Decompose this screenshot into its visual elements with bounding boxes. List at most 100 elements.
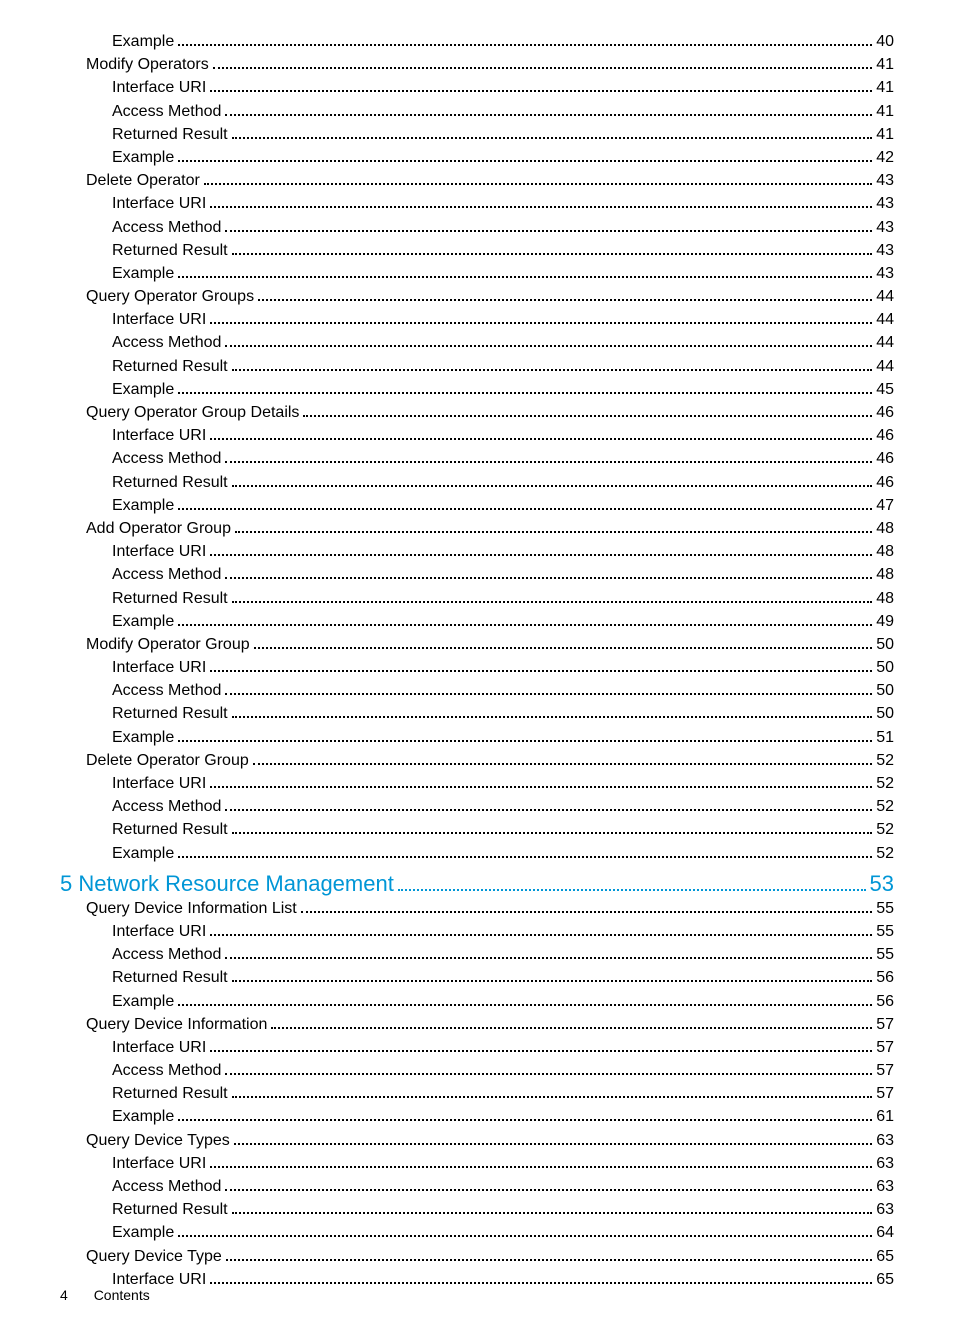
toc-leader-dots: [210, 428, 872, 440]
toc-entry[interactable]: Returned Result50: [60, 702, 894, 725]
toc-entry-label: Example: [112, 990, 176, 1013]
toc-entry[interactable]: Query Device Type65: [60, 1245, 894, 1268]
toc-entry[interactable]: Returned Result43: [60, 239, 894, 262]
toc-entry-page: 40: [874, 30, 894, 53]
toc-entry[interactable]: Returned Result46: [60, 471, 894, 494]
toc-leader-dots: [398, 874, 866, 891]
toc-entry[interactable]: Delete Operator43: [60, 169, 894, 192]
toc-entry-label: Query Device Information: [86, 1013, 269, 1036]
toc-entry[interactable]: Example52: [60, 842, 894, 865]
toc-entry[interactable]: Example61: [60, 1105, 894, 1128]
toc-entry[interactable]: Query Device Information List55: [60, 897, 894, 920]
table-of-contents: Example40Modify Operators41Interface URI…: [60, 30, 894, 1291]
toc-entry[interactable]: Add Operator Group48: [60, 517, 894, 540]
toc-entry-page: 48: [874, 563, 894, 586]
toc-entry[interactable]: Access Method52: [60, 795, 894, 818]
toc-entry-label: Interface URI: [112, 192, 208, 215]
toc-entry-label: Interface URI: [112, 920, 208, 943]
toc-entry-label: Access Method: [112, 216, 223, 239]
toc-entry[interactable]: Interface URI57: [60, 1036, 894, 1059]
toc-entry[interactable]: Interface URI44: [60, 308, 894, 331]
toc-entry[interactable]: Access Method 48: [60, 563, 894, 586]
toc-leader-dots: [178, 994, 872, 1006]
toc-entry[interactable]: Interface URI55: [60, 920, 894, 943]
toc-entry-page: 65: [874, 1268, 894, 1291]
toc-entry[interactable]: Query Device Information57: [60, 1013, 894, 1036]
toc-entry-page: 43: [874, 239, 894, 262]
toc-entry[interactable]: Example42: [60, 146, 894, 169]
toc-leader-dots: [226, 1249, 872, 1261]
toc-leader-dots: [178, 1109, 872, 1121]
toc-entry-page: 52: [874, 842, 894, 865]
toc-leader-dots: [210, 776, 872, 788]
toc-entry[interactable]: Interface URI50: [60, 656, 894, 679]
toc-entry-label: Interface URI: [112, 656, 208, 679]
toc-entry-label: Example: [112, 494, 176, 517]
toc-entry-label: Interface URI: [112, 308, 208, 331]
toc-entry-page: 55: [874, 897, 894, 920]
toc-entry[interactable]: Example56: [60, 990, 894, 1013]
toc-entry[interactable]: Access Method41: [60, 100, 894, 123]
toc-entry[interactable]: Example64: [60, 1221, 894, 1244]
toc-entry[interactable]: Access Method44: [60, 331, 894, 354]
toc-entry[interactable]: Access Method63: [60, 1175, 894, 1198]
toc-entry[interactable]: Modify Operators41: [60, 53, 894, 76]
toc-entry[interactable]: Interface URI52: [60, 772, 894, 795]
toc-entry[interactable]: Modify Operator Group50: [60, 633, 894, 656]
toc-entry[interactable]: Returned Result52: [60, 818, 894, 841]
toc-entry[interactable]: Interface URI43: [60, 192, 894, 215]
toc-entry-label: Delete Operator: [86, 169, 202, 192]
toc-leader-dots: [225, 683, 872, 695]
toc-entry[interactable]: Returned Result57: [60, 1082, 894, 1105]
toc-leader-dots: [301, 901, 872, 913]
toc-leader-dots: [232, 706, 873, 718]
toc-entry[interactable]: Interface URI46: [60, 424, 894, 447]
toc-leader-dots: [210, 1272, 872, 1284]
toc-entry[interactable]: 5 Network Resource Management53: [60, 871, 894, 897]
toc-leader-dots: [204, 173, 872, 185]
toc-entry[interactable]: Access Method55: [60, 943, 894, 966]
toc-entry-page: 46: [874, 471, 894, 494]
toc-entry-label: Access Method: [112, 563, 223, 586]
toc-leader-dots: [210, 1040, 872, 1052]
toc-entry[interactable]: Example43: [60, 262, 894, 285]
toc-leader-dots: [210, 312, 872, 324]
toc-entry-label: Access Method: [112, 795, 223, 818]
toc-entry[interactable]: Example51: [60, 726, 894, 749]
toc-entry[interactable]: Returned Result44: [60, 355, 894, 378]
toc-entry[interactable]: Returned Result41: [60, 123, 894, 146]
toc-entry-label: Access Method: [112, 1059, 223, 1082]
toc-entry-page: 52: [874, 749, 894, 772]
toc-entry[interactable]: Access Method43: [60, 216, 894, 239]
toc-entry[interactable]: Returned Result56: [60, 966, 894, 989]
toc-entry[interactable]: Interface URI65: [60, 1268, 894, 1291]
toc-entry[interactable]: Query Operator Groups44: [60, 285, 894, 308]
toc-entry[interactable]: Example45: [60, 378, 894, 401]
toc-entry-page: 43: [874, 262, 894, 285]
toc-leader-dots: [232, 970, 873, 982]
toc-leader-dots: [178, 614, 872, 626]
toc-entry[interactable]: Returned Result48: [60, 587, 894, 610]
toc-leader-dots: [213, 57, 872, 69]
toc-entry[interactable]: Query Device Types63: [60, 1129, 894, 1152]
toc-entry-page: 46: [874, 401, 894, 424]
toc-entry[interactable]: Example49: [60, 610, 894, 633]
toc-entry[interactable]: Delete Operator Group52: [60, 749, 894, 772]
toc-entry[interactable]: Access Method50: [60, 679, 894, 702]
toc-leader-dots: [232, 822, 873, 834]
toc-leader-dots: [254, 637, 873, 649]
toc-entry-label: Example: [112, 30, 176, 53]
toc-entry-label: Returned Result: [112, 1082, 230, 1105]
toc-leader-dots: [253, 753, 872, 765]
toc-entry[interactable]: Interface URI63: [60, 1152, 894, 1175]
toc-entry[interactable]: Interface URI41: [60, 76, 894, 99]
toc-entry[interactable]: Returned Result63: [60, 1198, 894, 1221]
toc-entry[interactable]: Example 40: [60, 30, 894, 53]
toc-entry[interactable]: Example47: [60, 494, 894, 517]
toc-leader-dots: [232, 127, 873, 139]
toc-entry[interactable]: Access Method46: [60, 447, 894, 470]
toc-entry[interactable]: Access Method57: [60, 1059, 894, 1082]
toc-entry-label: Interface URI: [112, 1036, 208, 1059]
toc-entry[interactable]: Query Operator Group Details46: [60, 401, 894, 424]
toc-entry[interactable]: Interface URI48: [60, 540, 894, 563]
